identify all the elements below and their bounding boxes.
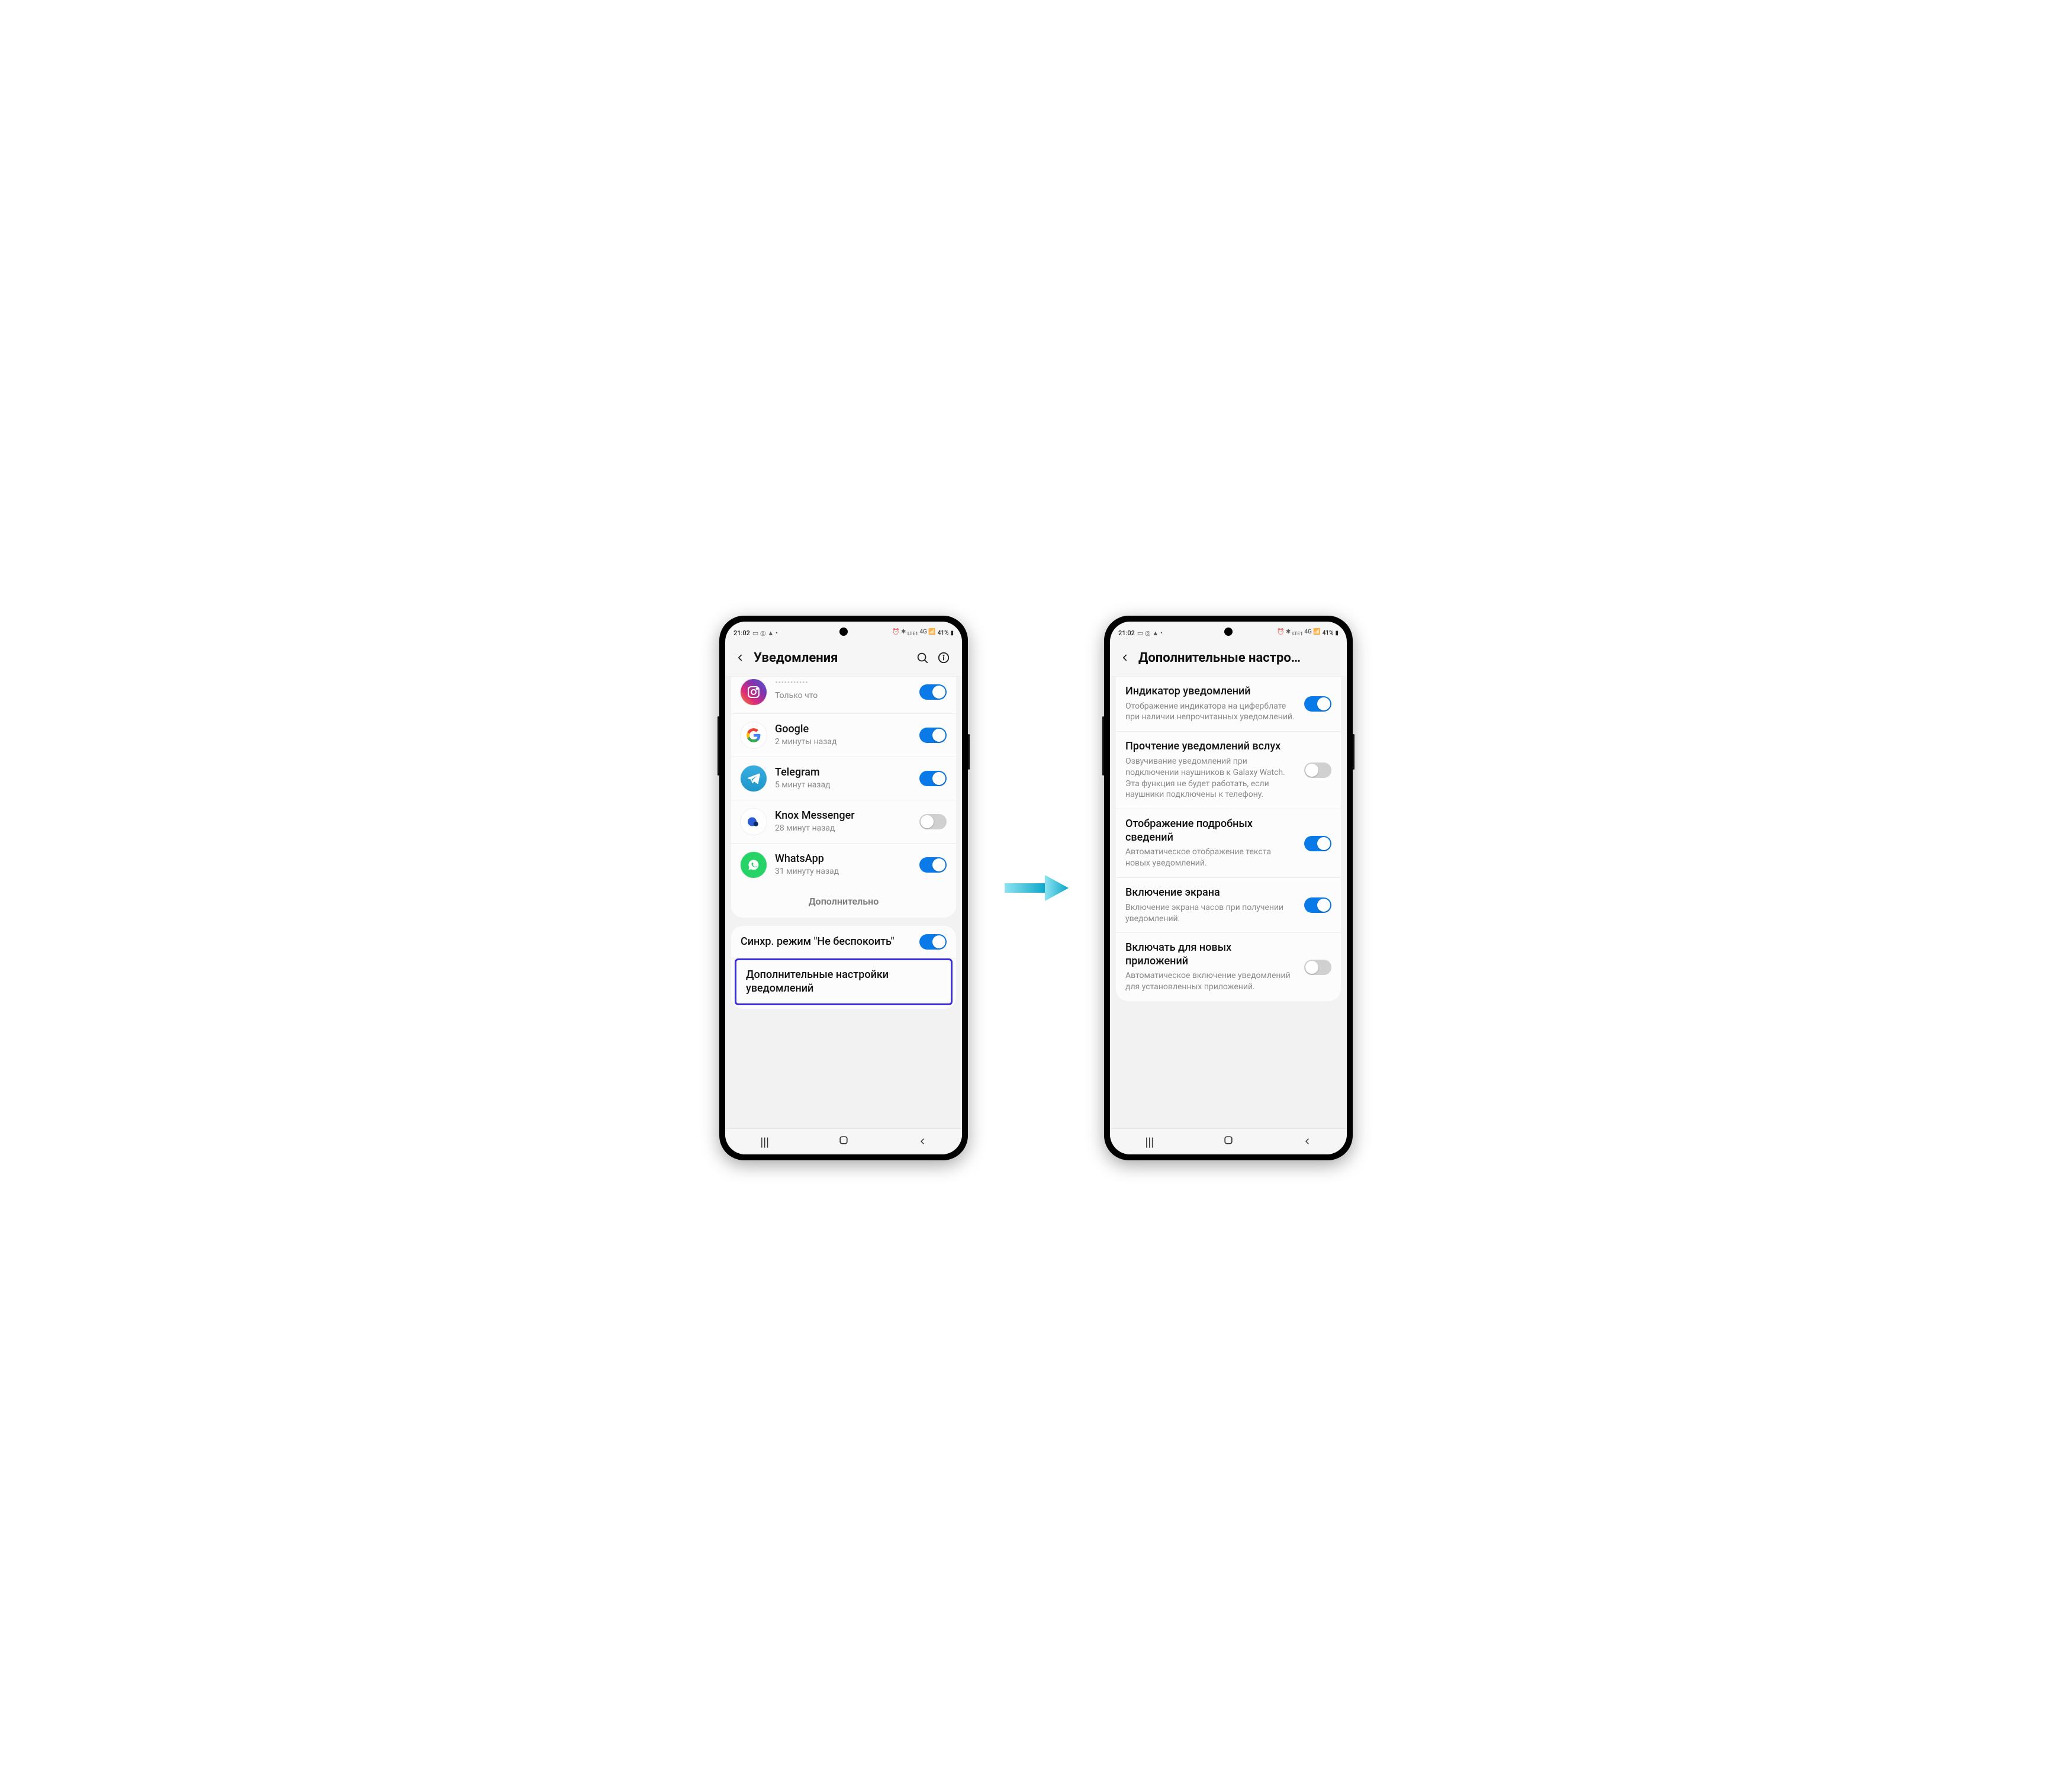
toggle-sync-dnd[interactable] [919,934,947,950]
screen-left: 21:02 ▭ ◎ ▲ • ⏰ ✱ LTE1 4G 📶 41% ▮ Уведом… [725,622,962,1154]
settings-card: Синхр. режим "Не беспокоить" Дополнитель… [731,926,956,1009]
toggle-indicator[interactable] [1304,696,1331,712]
content: ··········· Только что Google 2 минуты н… [725,677,962,1128]
sync-dnd-row[interactable]: Синхр. режим "Не беспокоить" [731,926,956,958]
app-sub: 28 минут назад [775,823,911,834]
setting-screen-on[interactable]: Включение экрана Включение экрана часов … [1116,878,1341,933]
search-icon[interactable] [915,650,930,665]
status-time: 21:02 [733,629,750,637]
app-sub: Только что [775,690,911,702]
page-title: Уведомления [754,651,911,665]
app-row-whatsapp[interactable]: WhatsApp 31 минуту назад [731,844,956,886]
toggle-screen-on[interactable] [1304,897,1331,913]
nav-back[interactable] [1289,1135,1325,1149]
app-sub: 5 минут назад [775,780,911,791]
setting-title: Отображение подробных сведений [1125,818,1296,844]
status-battery: 41% [1323,630,1334,636]
toggle-instagram[interactable] [919,684,947,700]
app-row-telegram[interactable]: Telegram 5 минут назад [731,757,956,800]
app-row-google[interactable]: Google 2 минуты назад [731,714,956,757]
back-icon[interactable] [1115,648,1135,668]
setting-desc: Отображение индикатора на циферблате при… [1125,701,1296,723]
more-link[interactable]: Дополнительно [731,886,956,918]
app-list-card: ··········· Только что Google 2 минуты н… [731,677,956,918]
toggle-telegram[interactable] [919,771,947,786]
front-camera [1224,628,1233,636]
sync-dnd-title: Синхр. режим "Не беспокоить" [741,935,911,949]
setting-title: Включать для новых приложений [1125,941,1296,968]
phone-side-button [968,734,970,770]
app-sub: 2 минуты назад [775,736,911,748]
setting-title: Прочтение уведомлений вслух [1125,740,1296,754]
page-title: Дополнительные настро… [1138,651,1339,665]
phone-side-button [1353,734,1354,770]
status-icons-right: ⏰ ✱ LTE1 4G 📶 [1277,629,1321,637]
telegram-icon [741,765,767,792]
setting-desc: Озвучивание уведомлений при подключении … [1125,756,1296,801]
setting-title: Включение экрана [1125,886,1296,900]
phone-side-button [1102,716,1104,776]
nav-back[interactable] [905,1135,940,1149]
content: Индикатор уведомлений Отображение индика… [1110,677,1347,1128]
battery-icon: ▮ [950,630,954,636]
app-name: ··········· [775,677,911,689]
status-battery: 41% [938,630,949,636]
status-icons-right: ⏰ ✱ LTE1 4G 📶 [892,629,936,637]
instagram-icon [741,679,767,705]
app-name: WhatsApp [775,852,911,865]
nav-recent[interactable]: ||| [747,1135,783,1149]
toggle-knox[interactable] [919,814,947,829]
status-time: 21:02 [1118,629,1135,637]
android-navbar: ||| [1110,1128,1347,1154]
highlight-box: Дополнительные настройки уведомлений [735,958,953,1005]
app-name: Knox Messenger [775,809,911,822]
setting-read-aloud[interactable]: Прочтение уведомлений вслух Озвучивание … [1116,732,1341,809]
app-row-instagram[interactable]: ··········· Только что [731,677,956,714]
app-sub: 31 минуту назад [775,866,911,877]
phone-right: 21:02 ▭ ◎ ▲ • ⏰ ✱ LTE1 4G 📶 41% ▮ Дополн… [1104,616,1353,1160]
phone-side-button [718,716,719,776]
toggle-show-detail[interactable] [1304,836,1331,851]
arrow-between-icon [1003,870,1069,906]
status-icons-left: ▭ ◎ ▲ • [752,629,778,637]
android-navbar: ||| [725,1128,962,1154]
app-name: Google [775,723,911,735]
nav-home[interactable] [826,1134,861,1149]
header: Уведомления [725,642,962,677]
info-icon[interactable] [936,650,951,665]
app-name: Telegram [775,766,911,778]
setting-desc: Включение экрана часов при получении уве… [1125,902,1296,925]
nav-recent[interactable]: ||| [1132,1135,1167,1149]
setting-desc: Автоматическое включение уведомлений для… [1125,970,1296,993]
back-icon[interactable] [730,648,750,668]
advanced-settings-row[interactable]: Дополнительные настройки уведомлений [736,960,951,1003]
toggle-read-aloud[interactable] [1304,762,1331,778]
setting-new-apps[interactable]: Включать для новых приложений Автоматиче… [1116,933,1341,1001]
screen-right: 21:02 ▭ ◎ ▲ • ⏰ ✱ LTE1 4G 📶 41% ▮ Дополн… [1110,622,1347,1154]
header: Дополнительные настро… [1110,642,1347,677]
battery-icon: ▮ [1335,630,1339,636]
front-camera [839,628,848,636]
google-icon [741,722,767,748]
app-row-knox[interactable]: Knox Messenger 28 минут назад [731,800,956,844]
status-icons-left: ▭ ◎ ▲ • [1137,629,1163,637]
whatsapp-icon [741,852,767,878]
advanced-settings-title: Дополнительные настройки уведомлений [746,969,941,995]
setting-desc: Автоматическое отображение текста новых … [1125,847,1296,869]
setting-show-detail[interactable]: Отображение подробных сведений Автоматич… [1116,809,1341,878]
toggle-new-apps[interactable] [1304,960,1331,975]
phone-left: 21:02 ▭ ◎ ▲ • ⏰ ✱ LTE1 4G 📶 41% ▮ Уведом… [719,616,968,1160]
setting-indicator[interactable]: Индикатор уведомлений Отображение индика… [1116,677,1341,732]
knox-icon [741,809,767,835]
settings-list-card: Индикатор уведомлений Отображение индика… [1116,677,1341,1001]
setting-title: Индикатор уведомлений [1125,685,1296,699]
toggle-whatsapp[interactable] [919,857,947,873]
toggle-google[interactable] [919,728,947,743]
nav-home[interactable] [1211,1134,1246,1149]
